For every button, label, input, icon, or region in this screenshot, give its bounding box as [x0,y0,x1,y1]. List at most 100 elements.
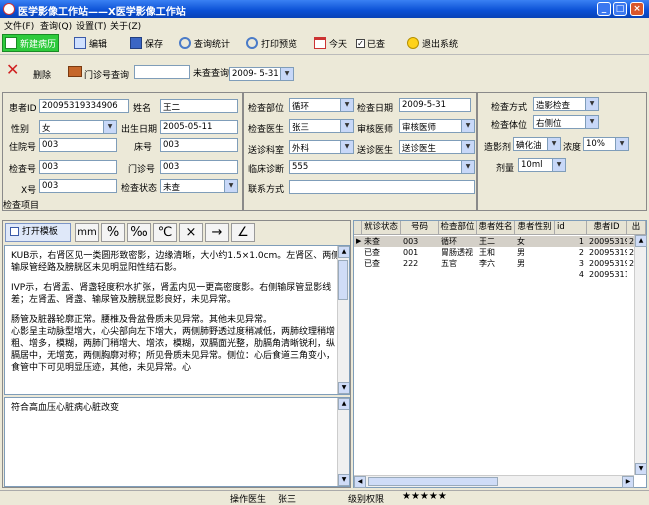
grid-cell [401,269,439,280]
exit-button[interactable]: 退出系统 [407,34,458,52]
column-header[interactable]: 检查部位 [439,221,477,235]
conclusion-textarea[interactable]: 符合高血压心脏病心脏改变 ▲ ▼ [4,397,350,487]
exam-part-label: 检查部位 [248,104,285,114]
grid-cell: 001 [403,248,419,257]
floppy-icon [130,37,142,49]
maximize-button[interactable]: □ [613,2,627,16]
edit-icon [74,37,86,49]
minimize-button[interactable]: _ [597,2,611,16]
grid-vertical-scrollbar[interactable]: ▲ ▼ [634,235,647,475]
position-select[interactable]: 右侧位 [533,115,599,129]
exam-no-field[interactable]: 003 [39,160,117,174]
grid-cell: 003 [403,237,419,246]
ref-doctor-select[interactable]: 送诊医生 [399,140,475,154]
review-select[interactable]: 审核医师 [399,119,475,133]
contact-field[interactable] [289,180,475,194]
column-header[interactable]: 患者ID [587,221,627,235]
grid-cell: 王二 [479,237,495,246]
gender-label: 性别 [11,125,30,135]
insert-permille-button[interactable]: ‰ [127,223,151,242]
outpatient-query-input[interactable] [134,65,190,79]
operator-value: 张三 [278,495,297,505]
contrast-panel: 检查方式 造影检查 检查体位 右侧位 造影剂 碘化油 浓度 10% 剂量 10m… [477,92,647,211]
edit-button[interactable]: 编辑 [74,34,107,52]
exam-date-field[interactable]: 2009-5-31 [399,98,471,112]
print-preview-button[interactable]: 打印预览 [246,34,297,52]
clinical-select[interactable]: 555 [289,160,475,174]
clinical-label: 临床诊断 [248,165,285,175]
grid-cell [477,269,515,280]
insert-celsius-button[interactable]: ℃ [153,223,177,242]
unchecked-query-label: 未查查询 [193,69,230,79]
query-date-picker[interactable]: 2009- 5-31 [229,67,294,81]
dept-select[interactable]: 外科 [289,140,354,154]
findings-scrollbar[interactable]: ▲ ▼ [337,246,349,394]
exam-date-label: 检查日期 [357,104,394,114]
scroll-left-icon[interactable]: ◀ [354,476,366,488]
exam-part-select[interactable]: 循环 [289,98,354,112]
scroll-down-icon[interactable]: ▼ [635,463,647,475]
doctor-select[interactable]: 张三 [289,119,354,133]
grid-cell: 已查 [364,259,380,268]
open-template-button[interactable]: 打开模板 [5,223,71,242]
x-no-field[interactable]: 003 [39,179,117,193]
outpatient-field[interactable]: 003 [160,160,238,174]
inpatient-field[interactable]: 003 [39,138,117,152]
dose-select[interactable]: 10ml [518,158,566,172]
scroll-right-icon[interactable]: ▶ [622,476,634,488]
scroll-thumb[interactable] [368,477,498,486]
column-header[interactable]: 患者性别 [515,221,555,235]
save-button[interactable]: 保存 [130,34,163,52]
rank-stars: ★★★★★ [402,491,447,502]
grid-cell: 男 [517,259,525,268]
new-record-button[interactable]: 新建病历 [2,34,60,52]
rank-label: 级别权限 [348,495,385,505]
column-header[interactable]: 号码 [401,221,439,235]
scroll-down-icon[interactable]: ▼ [338,474,349,486]
column-header[interactable]: 出 [627,221,646,235]
dob-field[interactable]: 2005-05-11 [160,120,238,134]
status-select[interactable]: 未查 [160,179,238,193]
bed-field[interactable]: 003 [160,138,238,152]
calendar-icon [314,37,326,49]
conclusion-scrollbar[interactable]: ▲ ▼ [337,398,349,486]
column-header[interactable]: 患者姓名 [477,221,515,235]
title-bar: 医学影像工作站——X医学影像工作站 _ □ × [0,0,649,18]
delete-x-icon[interactable]: ✕ [6,62,19,78]
grid-cell: 20095319352 [589,248,627,257]
filter-bar: ✕ 删除 门诊号查询 未查查询 2009- 5-31 [0,56,649,90]
method-select[interactable]: 造影检查 [533,97,599,111]
findings-textarea[interactable]: KUB示，右肾区见一类圆形致密影，边缘清晰，大小约1.5×1.0cm。左肾区、两… [4,245,350,395]
x-no-label: X号 [21,186,37,196]
grid-horizontal-scrollbar[interactable]: ◀ ▶ [354,475,634,488]
checked-checkbox[interactable]: ✓ 已查 [356,34,385,52]
report-panel: 打开模板 mm % ‰ ℃ × → ∠ KUB示，右肾区见一类圆形致密影，边缘清… [2,220,351,488]
name-field[interactable]: 王二 [160,99,238,113]
scroll-up-icon[interactable]: ▲ [338,398,349,410]
column-header[interactable]: id [555,221,587,235]
grid-cell: 222 [403,259,419,268]
patient-id-field[interactable]: 20095319334906 [39,99,129,113]
query-stats-button[interactable]: 查询统计 [179,34,230,52]
close-button[interactable]: × [630,2,644,16]
scroll-up-icon[interactable]: ▲ [635,235,647,247]
insert-angle-button[interactable]: ∠ [231,223,255,242]
grid-cell: 3 [578,259,584,268]
grid-cell: 李六 [479,259,495,268]
scroll-down-icon[interactable]: ▼ [338,382,349,394]
patient-id-label: 患者ID [9,104,37,114]
delete-button[interactable]: 删除 [33,68,51,81]
gender-select[interactable]: 女 [39,120,117,134]
contrast-select[interactable]: 碘化油 [513,137,561,151]
scroll-up-icon[interactable]: ▲ [338,246,349,258]
grid-cell [515,269,555,280]
insert-arrow-button[interactable]: → [205,223,229,242]
outpatient-query-button[interactable]: 门诊号查询 [84,68,129,81]
insert-times-button[interactable]: × [179,223,203,242]
column-header[interactable]: 就诊状态 [362,221,401,235]
scroll-thumb[interactable] [338,260,348,300]
insert-mm-button[interactable]: mm [75,223,99,242]
conc-select[interactable]: 10% [583,137,629,151]
today-button[interactable]: 今天 [314,34,347,52]
insert-percent-button[interactable]: % [101,223,125,242]
